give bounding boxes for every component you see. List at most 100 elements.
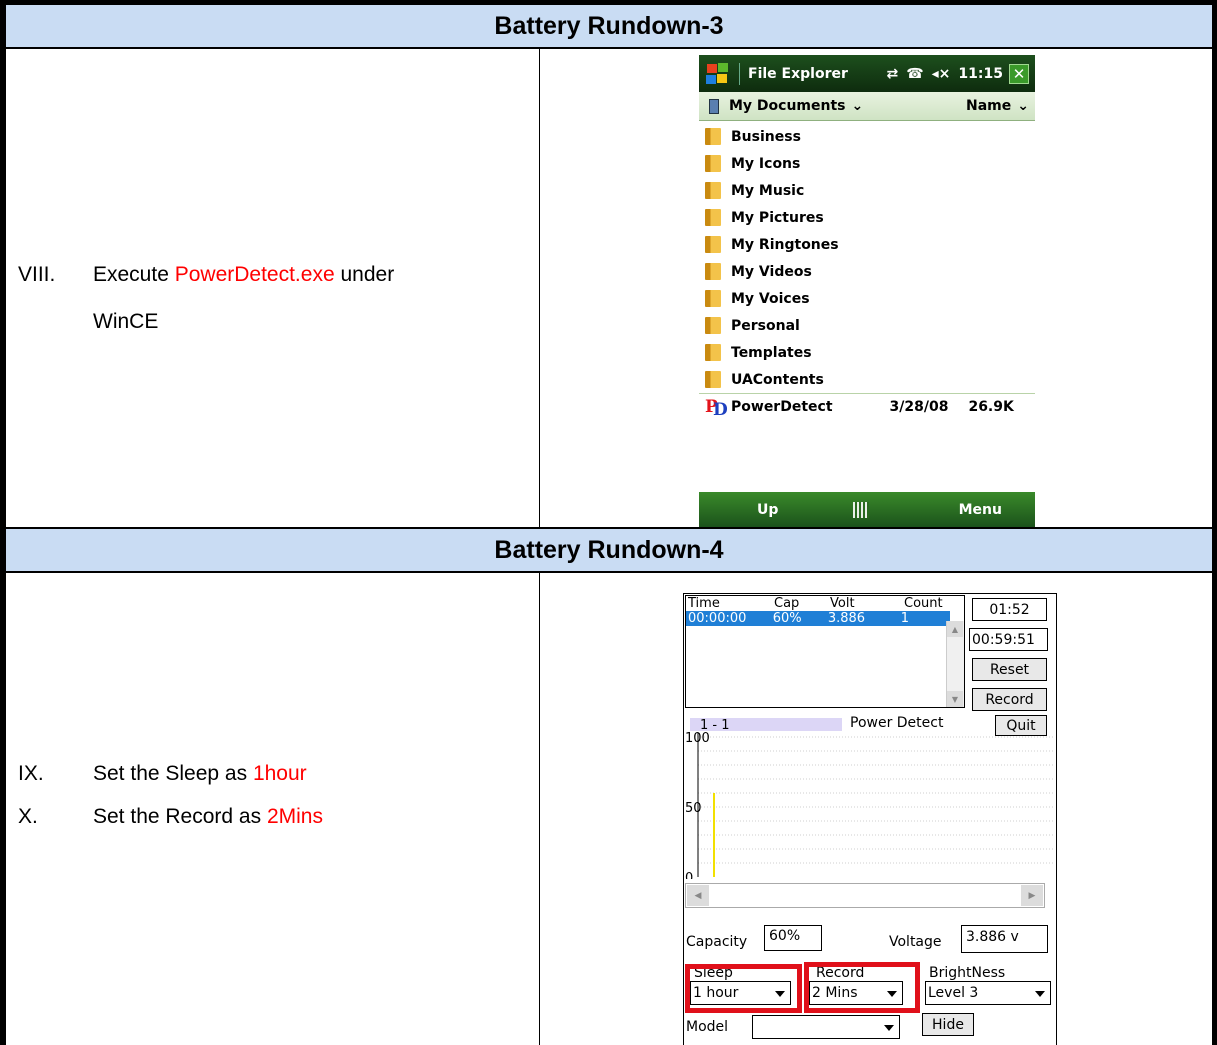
sleep-highlight-box — [685, 964, 802, 1013]
location-dropdown[interactable]: My Documents — [729, 98, 846, 114]
model-select[interactable] — [752, 1015, 900, 1039]
list-item[interactable]: Business — [699, 123, 1035, 150]
list-header: Time Cap Volt Count — [686, 596, 964, 611]
chevron-down-icon — [884, 1025, 894, 1031]
menu-softkey[interactable]: Menu — [959, 502, 1002, 518]
status-icons: ⇄ ☎ ◂× 11:15 — [886, 66, 1003, 82]
folder-name: Personal — [731, 317, 800, 334]
app-title: File Explorer — [748, 65, 848, 82]
folder-icon — [705, 182, 721, 199]
step-continuation-text: WinCE — [93, 310, 159, 333]
folder-name: My Voices — [731, 290, 810, 307]
capacity-label: Capacity — [686, 934, 748, 950]
record-button[interactable]: Record — [972, 688, 1047, 711]
y-tick-label: 100 — [685, 731, 710, 746]
softkey-bar: Up Menu — [699, 492, 1035, 527]
folder-icon — [705, 128, 721, 145]
cell-cap: 60% — [772, 611, 802, 626]
keyboard-icon[interactable] — [853, 501, 870, 518]
sort-dropdown[interactable]: Name — [966, 98, 1011, 114]
list-item[interactable]: My Icons — [699, 150, 1035, 177]
scroll-left-icon[interactable]: ◀ — [687, 885, 709, 906]
phone-icon[interactable]: ☎ — [906, 66, 923, 82]
y-tick-label: 0 — [685, 871, 693, 879]
list-item[interactable]: UAContents — [699, 366, 1035, 393]
reset-button[interactable]: Reset — [972, 658, 1047, 681]
step-number: IX. — [18, 762, 44, 785]
folder-icon — [705, 263, 721, 280]
windows-start-icon[interactable] — [705, 62, 731, 86]
step-text-after: under — [334, 263, 395, 286]
location-bar: My Documents ⌄ Name ⌄ — [699, 92, 1035, 121]
scroll-right-icon[interactable]: ▶ — [1021, 885, 1043, 906]
folder-icon — [705, 371, 721, 388]
cell-volt: 3.886 — [827, 611, 866, 626]
chevron-down-icon: ⌄ — [851, 98, 864, 114]
timer-field: 01:52 — [972, 598, 1047, 621]
device-icon — [709, 98, 719, 114]
y-tick-label: 50 — [685, 801, 702, 816]
folder-name: UAContents — [731, 371, 824, 388]
step-number: X. — [18, 805, 38, 828]
folder-name: Templates — [731, 344, 812, 361]
table-row[interactable]: 00:00:00 60% 3.886 1 — [686, 611, 950, 626]
folder-icon — [705, 209, 721, 226]
folder-name: Business — [731, 128, 801, 145]
step-number: VIII. — [18, 263, 56, 286]
step-x: X. Set the Record as 2Mins — [18, 805, 323, 829]
record-highlight-box — [804, 962, 920, 1013]
folder-icon — [705, 290, 721, 307]
section-header-battery-rundown-4: Battery Rundown-4 — [6, 529, 1212, 571]
file-list: Business My Icons My Music My Pictures M… — [699, 121, 1035, 420]
voltage-field: 3.886 v — [961, 925, 1048, 953]
connectivity-icon[interactable]: ⇄ — [886, 66, 898, 82]
list-item-powerdetect[interactable]: PD PowerDetect 3/28/08 26.9K — [699, 393, 1035, 420]
folder-name: My Pictures — [731, 209, 824, 226]
column-header-count[interactable]: Count — [904, 596, 954, 611]
column-header-time[interactable]: Time — [686, 596, 774, 611]
folder-icon — [705, 236, 721, 253]
title-bar: File Explorer ⇄ ☎ ◂× 11:15 ✕ — [699, 55, 1035, 92]
horizontal-scrollbar[interactable]: ◀ ▶ — [685, 883, 1045, 908]
column-divider — [539, 573, 540, 1045]
hide-button[interactable]: Hide — [922, 1013, 974, 1036]
folder-icon — [705, 344, 721, 361]
column-header-cap[interactable]: Cap — [774, 596, 830, 611]
list-item[interactable]: Personal — [699, 312, 1035, 339]
list-item[interactable]: My Videos — [699, 258, 1035, 285]
folder-name: My Music — [731, 182, 805, 199]
cell-count: 1 — [900, 611, 910, 626]
column-divider — [539, 49, 540, 528]
title-separator — [739, 62, 740, 85]
brightness-label: BrightNess — [929, 965, 1006, 981]
list-item[interactable]: My Ringtones — [699, 231, 1035, 258]
remaining-field: 00:59:51 — [969, 628, 1048, 651]
step-text: Execute — [93, 263, 175, 286]
list-item[interactable]: My Music — [699, 177, 1035, 204]
log-listview[interactable]: Time Cap Volt Count 00:00:00 60% 3.886 1… — [685, 595, 965, 708]
model-label: Model — [686, 1019, 729, 1035]
divider — [6, 47, 1212, 49]
close-button[interactable]: ✕ — [1009, 63, 1029, 84]
step-highlight: PowerDetect.exe — [174, 263, 335, 286]
list-item[interactable]: My Voices — [699, 285, 1035, 312]
column-header-volt[interactable]: Volt — [830, 596, 904, 611]
folder-icon — [705, 317, 721, 334]
clock[interactable]: 11:15 — [958, 66, 1003, 82]
voltage-label: Voltage — [889, 934, 942, 950]
scroll-up-icon[interactable]: ▲ — [947, 621, 963, 637]
capacity-field: 60% — [764, 925, 822, 951]
volume-mute-icon[interactable]: ◂× — [932, 66, 951, 82]
section-header-battery-rundown-3: Battery Rundown-3 — [6, 5, 1212, 47]
cell-time: 00:00:00 — [688, 611, 747, 626]
up-softkey[interactable]: Up — [757, 502, 778, 518]
file-date: 3/28/08 — [889, 399, 949, 415]
vertical-scrollbar[interactable]: ▲ ▼ — [946, 621, 964, 707]
list-item[interactable]: Templates — [699, 339, 1035, 366]
step-text: Set the Sleep as — [93, 762, 253, 785]
folder-name: My Icons — [731, 155, 801, 172]
scroll-down-icon[interactable]: ▼ — [947, 691, 963, 707]
list-item[interactable]: My Pictures — [699, 204, 1035, 231]
brightness-select[interactable]: Level 3 — [925, 981, 1051, 1005]
folder-name: My Ringtones — [731, 236, 839, 253]
